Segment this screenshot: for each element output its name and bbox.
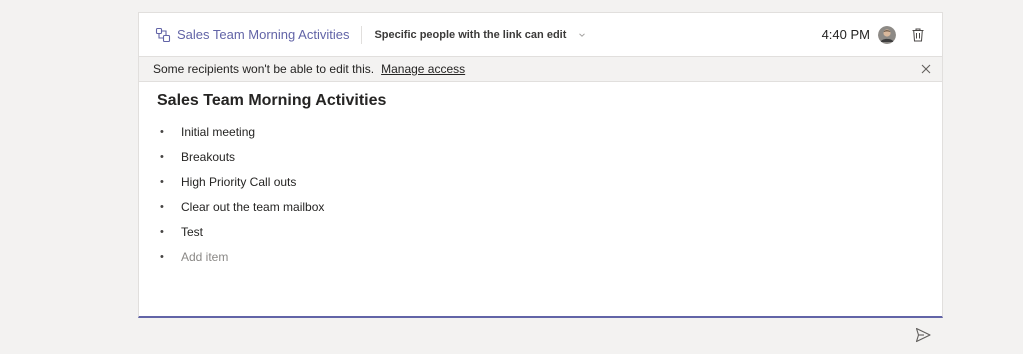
bullet-list: • Initial meeting • Breakouts • High Pri… bbox=[157, 119, 917, 269]
share-permission-label: Specific people with the link can edit bbox=[374, 28, 567, 41]
loop-component-icon bbox=[155, 27, 171, 43]
share-permission-dropdown[interactable]: Specific people with the link can edit bbox=[374, 29, 586, 41]
list-item[interactable]: • Initial meeting bbox=[157, 119, 917, 144]
list-item[interactable]: • Clear out the team mailbox bbox=[157, 194, 917, 219]
add-item-input[interactable]: • Add item bbox=[157, 244, 917, 269]
list-item[interactable]: • Test bbox=[157, 219, 917, 244]
loop-component-card: Sales Team Morning Activities Specific p… bbox=[138, 12, 943, 318]
list-content: Sales Team Morning Activities • Initial … bbox=[157, 91, 917, 269]
bullet-glyph: • bbox=[160, 150, 164, 163]
add-item-placeholder: Add item bbox=[181, 249, 229, 264]
chevron-down-icon bbox=[578, 31, 586, 39]
send-icon[interactable] bbox=[914, 326, 932, 344]
bullet-glyph: • bbox=[160, 250, 164, 263]
trash-icon[interactable] bbox=[910, 27, 926, 43]
list-item-text: Breakouts bbox=[181, 149, 236, 164]
manage-access-link[interactable]: Manage access bbox=[381, 62, 465, 76]
bullet-glyph: • bbox=[160, 200, 164, 213]
card-header: Sales Team Morning Activities Specific p… bbox=[139, 13, 942, 56]
list-item-text: High Priority Call outs bbox=[181, 174, 297, 189]
banner-message: Some recipients won't be able to edit th… bbox=[153, 62, 375, 76]
list-item-text: Initial meeting bbox=[181, 124, 256, 139]
header-divider bbox=[361, 25, 363, 44]
edit-permission-banner: Some recipients won't be able to edit th… bbox=[139, 56, 942, 82]
list-title[interactable]: Sales Team Morning Activities bbox=[157, 91, 917, 111]
loop-title-link[interactable]: Sales Team Morning Activities bbox=[177, 27, 349, 42]
timestamp: 4:40 PM bbox=[821, 27, 870, 42]
list-item[interactable]: • High Priority Call outs bbox=[157, 169, 917, 194]
list-item[interactable]: • Breakouts bbox=[157, 144, 917, 169]
list-item-text: Clear out the team mailbox bbox=[181, 199, 325, 214]
bullet-glyph: • bbox=[160, 125, 164, 138]
avatar[interactable] bbox=[878, 25, 896, 44]
list-item-text: Test bbox=[181, 224, 204, 239]
bullet-glyph: • bbox=[160, 225, 164, 238]
bullet-glyph: • bbox=[160, 175, 164, 188]
close-icon[interactable] bbox=[920, 63, 932, 75]
